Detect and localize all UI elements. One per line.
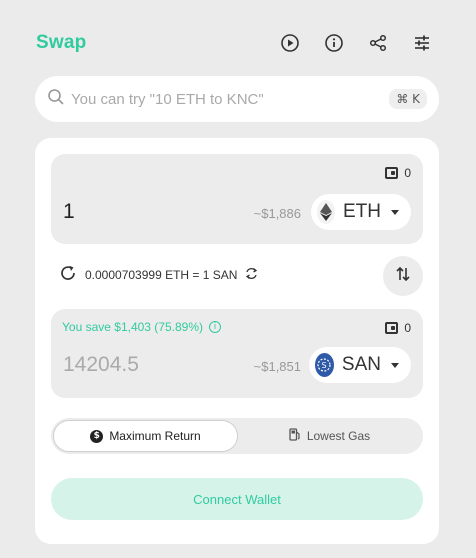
- chevron-down-icon: [391, 362, 399, 368]
- play-circle-icon[interactable]: [280, 33, 300, 53]
- to-balance[interactable]: 0: [385, 321, 411, 335]
- wallet-icon: [385, 322, 399, 334]
- info-icon[interactable]: [324, 33, 344, 53]
- chevron-down-icon: [391, 209, 399, 215]
- settings-sliders-icon[interactable]: [412, 33, 432, 53]
- exchange-rate-row: 0.0000703999 ETH = 1 SAN: [59, 264, 258, 285]
- max-return-label: Maximum Return: [109, 429, 201, 443]
- savings-info: You save $1,403 (75.89%) i: [62, 320, 221, 334]
- from-usd-value: ~$1,886: [253, 206, 301, 221]
- switch-direction-button[interactable]: [383, 256, 423, 296]
- from-token-selector[interactable]: ETH: [311, 194, 411, 230]
- to-balance-value: 0: [404, 321, 411, 335]
- to-amount-output: 14204.5: [63, 353, 139, 376]
- dollar-icon: $: [90, 429, 104, 443]
- exchange-rate-text: 0.0000703999 ETH = 1 SAN: [85, 267, 238, 282]
- token-search-bar[interactable]: ⌘ K: [35, 76, 439, 122]
- connect-wallet-button[interactable]: Connect Wallet: [51, 478, 423, 520]
- to-usd-value: ~$1,851: [253, 359, 301, 374]
- eth-logo-icon: [317, 200, 335, 224]
- to-token-selector[interactable]: S SAN: [309, 347, 411, 383]
- swap-card: 0 1 ~$1,886 ETH 0.0000703999 ETH = 1 SAN…: [35, 138, 439, 544]
- savings-text: You save $1,403 (75.89%): [62, 320, 203, 334]
- svg-text:S: S: [322, 361, 327, 370]
- san-logo-icon: S: [315, 353, 334, 377]
- search-icon: [47, 88, 65, 111]
- to-token-panel: You save $1,403 (75.89%) i 0 14204.5 ~$1…: [51, 309, 423, 398]
- info-icon[interactable]: i: [209, 321, 221, 333]
- from-token-panel: 0 1 ~$1,886 ETH: [51, 154, 423, 244]
- route-preference-toggle: $ Maximum Return Lowest Gas: [51, 418, 423, 454]
- wallet-icon: [385, 167, 399, 179]
- lowest-gas-option[interactable]: Lowest Gas: [238, 420, 421, 452]
- swap-rate-icon[interactable]: [245, 267, 258, 283]
- header-icons: [280, 33, 432, 53]
- gas-pump-icon: [289, 428, 301, 444]
- header: Swap: [36, 28, 440, 58]
- from-token-symbol: ETH: [343, 201, 381, 222]
- keyboard-shortcut-badge: ⌘ K: [389, 89, 427, 109]
- from-amount-input[interactable]: 1: [63, 200, 75, 224]
- share-icon[interactable]: [368, 33, 388, 53]
- to-token-symbol: SAN: [341, 354, 381, 375]
- refresh-icon[interactable]: [59, 264, 77, 285]
- arrows-up-down-icon: [394, 265, 412, 288]
- search-input[interactable]: [71, 90, 390, 108]
- from-balance[interactable]: 0: [385, 166, 411, 180]
- max-return-option[interactable]: $ Maximum Return: [53, 420, 238, 452]
- page-title: Swap: [36, 32, 87, 53]
- from-balance-value: 0: [404, 166, 411, 180]
- lowest-gas-label: Lowest Gas: [306, 429, 371, 443]
